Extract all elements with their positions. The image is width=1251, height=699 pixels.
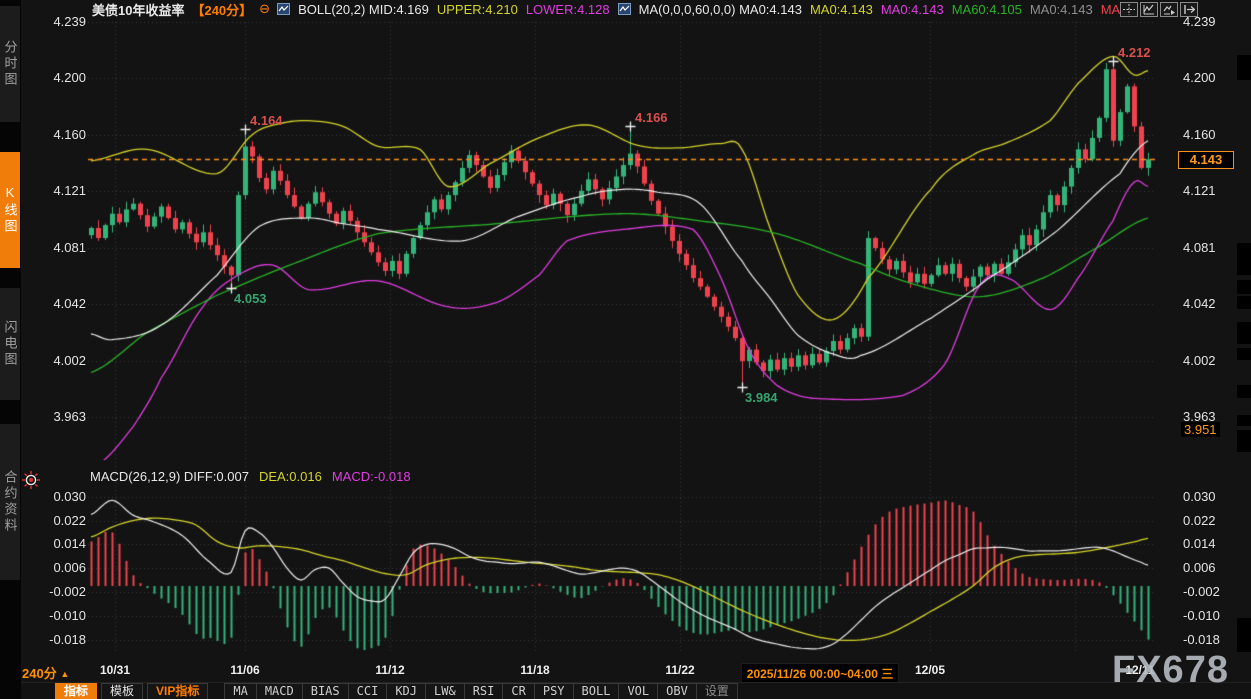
legend-segment: MA0:4.143 (881, 2, 944, 17)
watermark: FX678 (1112, 649, 1229, 692)
macd-axis-tick-right: 0.006 (1183, 560, 1229, 575)
range-low-badge: 3.951 (1181, 422, 1220, 437)
macd-legend-segment: MACD(26,12,9) DIFF:0.007 (90, 469, 249, 484)
legend-segment: LOWER:4.128 (526, 2, 610, 17)
high-price-label: 4.166 (635, 110, 668, 125)
toolbar-indicator-boll[interactable]: BOLL (574, 683, 620, 699)
period-badge[interactable]: 【240分】 (191, 0, 252, 19)
window-icons (1120, 2, 1198, 17)
macd-axis-tick-right: -0.010 (1183, 608, 1229, 623)
sidebar-tab-2[interactable]: K线图 (0, 152, 20, 270)
low-price-label: 4.053 (234, 291, 267, 306)
toolbar-indicator-psy[interactable]: PSY (535, 683, 574, 699)
macd-axis-tick-right: -0.002 (1183, 584, 1229, 599)
macd-header: MACD(26,12,9) DIFF:0.007 DEA:0.016 MACD:-0… (90, 469, 411, 484)
macd-axis-tick-right: -0.018 (1183, 632, 1229, 647)
date-label: 12/05 (915, 663, 945, 677)
main-axis-tick-right: 4.002 (1183, 353, 1229, 368)
last-price-badge: 4.143 (1178, 151, 1234, 169)
toolbar-indicator-kdj[interactable]: KDJ (387, 683, 426, 699)
bottom-toolbar: 指标模板VIP指标 MAMACDBIASCCIKDJLW&RSICRPSYBOLL… (21, 682, 1251, 699)
macd-axis-tick-left: 0.014 (40, 536, 86, 551)
main-axis-tick-left: 4.042 (40, 296, 86, 311)
main-axis-tick-right: 4.121 (1183, 183, 1229, 198)
main-axis-tick-left: 4.002 (40, 353, 86, 368)
toolbar-tab-3[interactable]: VIP指标 (147, 683, 208, 699)
main-axis-tick-left: 4.081 (40, 240, 86, 255)
toolbar-tab-2[interactable]: 模板 (101, 683, 143, 699)
date-label: 10/31 (100, 663, 130, 677)
date-highlight: 2025/11/26 00:00~04:00 三 (741, 663, 899, 684)
period-selector[interactable]: 240分 ▲ (22, 663, 69, 682)
high-price-label: 4.164 (250, 113, 283, 128)
toolbar-settings[interactable]: 设置 (697, 683, 738, 699)
main-axis-tick-right: 4.081 (1183, 240, 1229, 255)
main-axis-tick-left: 4.160 (40, 127, 86, 142)
chart-window-icon[interactable] (1140, 2, 1158, 17)
sidebar-tab-4[interactable]: 合约资料 (0, 424, 20, 582)
macd-axis-tick-right: 0.022 (1183, 513, 1229, 528)
legend-segment: UPPER:4.210 (437, 2, 518, 17)
right-edge-strip (1237, 0, 1251, 660)
macd-axis-tick-left: 0.022 (40, 513, 86, 528)
date-label: 11/12 (375, 663, 404, 677)
pan-crosshair-icon[interactable] (1120, 2, 1138, 17)
macd-axis-tick-left: -0.010 (40, 608, 86, 623)
main-axis-tick-left: 4.239 (40, 14, 86, 29)
toolbar-indicator-macd[interactable]: MACD (257, 683, 303, 699)
low-price-label: 3.984 (745, 390, 778, 405)
main-axis-tick-left: 4.200 (40, 70, 86, 85)
date-label: 11/22 (665, 663, 694, 677)
date-label: 11/18 (520, 663, 549, 677)
main-axis-tick-right: 4.160 (1183, 127, 1229, 142)
sidebar: 分时图 K线图闪电图合约资料 (0, 0, 21, 699)
legend-segment: MA(0,0,0,60,0,0) MA0:4.143 (639, 2, 802, 17)
macd-axis-tick-left: 0.030 (40, 489, 86, 504)
dropdown-triangle-icon: ▲ (60, 669, 69, 679)
legend-segment: MA (1101, 2, 1121, 17)
macd-axis-tick-right: 0.014 (1183, 536, 1229, 551)
toolbar-indicator-vol[interactable]: VOL (619, 683, 658, 699)
chart-mini-icon (277, 3, 290, 15)
trading-app: 分时图 K线图闪电图合约资料 美债10年收益率 【240分】 ⊖ BOLL(20,… (0, 0, 1251, 699)
date-label: 11/06 (230, 663, 259, 677)
xaxis-row: 240分 ▲ 10/31 11/06 11/12 11/18 11/22 2025/11/… (0, 661, 1251, 681)
toolbar-indicator-bias[interactable]: BIAS (303, 683, 349, 699)
chart-header: 美债10年收益率 【240分】 ⊖ BOLL(20,2) MID:4.169 UP… (92, 1, 1120, 17)
toolbar-indicator-obv[interactable]: OBV (658, 683, 697, 699)
macd-axis-tick-left: 0.006 (40, 560, 86, 575)
main-axis-tick-right: 4.042 (1183, 296, 1229, 311)
main-axis-tick-left: 3.963 (40, 409, 86, 424)
sidebar-tab-3[interactable]: 闪电图 (0, 288, 20, 402)
macd-axis-tick-right: 0.030 (1183, 489, 1229, 504)
macd-legend-segment: DEA:0.016 (259, 469, 322, 484)
indicator-legend: BOLL(20,2) MID:4.169 UPPER:4.210 LOWER:4.1… (277, 2, 1120, 17)
macd-axis-tick-left: -0.018 (40, 632, 86, 647)
legend-segment: BOLL(20,2) MID:4.169 (298, 2, 429, 17)
main-axis-tick-left: 4.121 (40, 183, 86, 198)
page-title: 美债10年收益率 (92, 0, 184, 19)
toolbar-indicator-ma[interactable]: MA (224, 683, 256, 699)
legend-segment: MA0:4.143 (1030, 2, 1093, 17)
legend-segment: MA0:4.143 (810, 2, 873, 17)
macd-legend-segment: MACD:-0.018 (332, 469, 411, 484)
zoom-out-icon[interactable]: ⊖ (259, 3, 270, 16)
chart-mini-icon (618, 3, 631, 15)
chart-canvas[interactable] (0, 0, 1251, 699)
toolbar-tab-1[interactable]: 指标 (55, 683, 97, 699)
toolbar-indicator-lw&[interactable]: LW& (426, 683, 465, 699)
legend-segment: MA60:4.105 (952, 2, 1022, 17)
chart-play-icon[interactable] (1160, 2, 1178, 17)
alert-sunburst-icon[interactable] (21, 470, 41, 495)
macd-axis-tick-left: -0.002 (40, 584, 86, 599)
toolbar-indicator-rsi[interactable]: RSI (465, 683, 504, 699)
sidebar-tab-1[interactable]: 分时图 (0, 6, 20, 124)
toolbar-indicator-cci[interactable]: CCI (349, 683, 388, 699)
high-price-label: 4.212 (1118, 45, 1151, 60)
toolbar-indicator-cr[interactable]: CR (503, 683, 534, 699)
main-axis-tick-right: 4.200 (1183, 70, 1229, 85)
exit-icon[interactable] (1180, 2, 1198, 17)
